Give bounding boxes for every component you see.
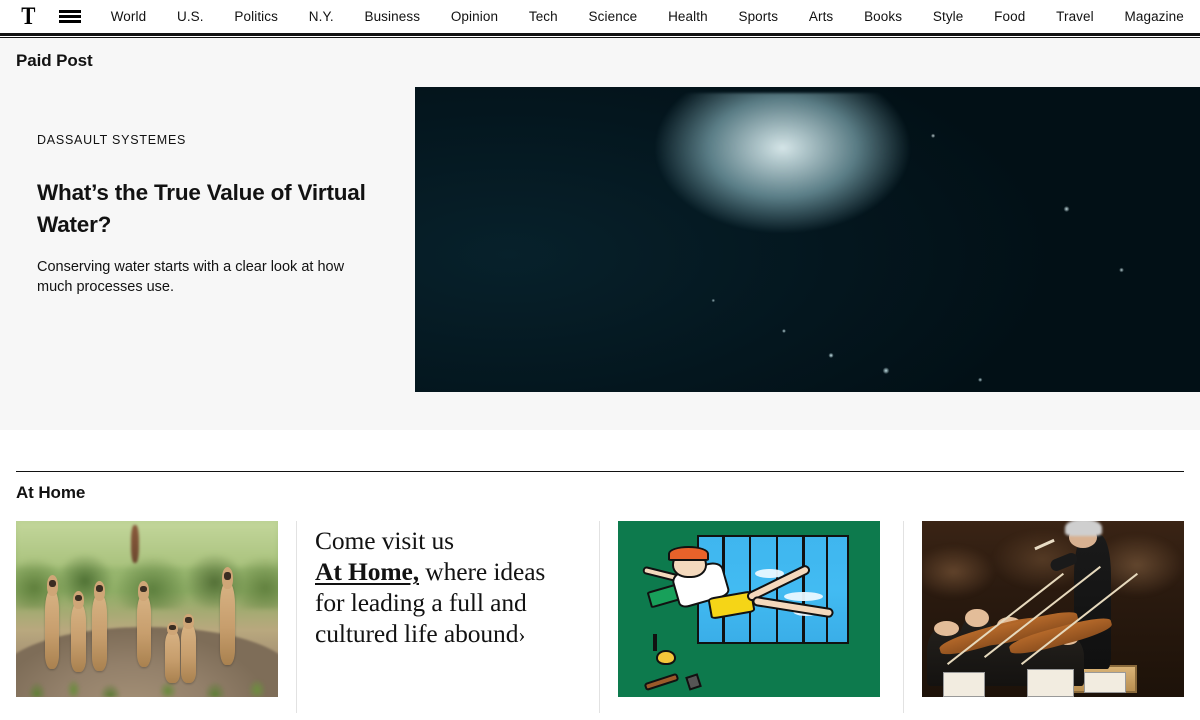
water-splash-graphic: [415, 87, 1200, 392]
illustration-tools: [639, 633, 702, 692]
illustration-scene: [618, 521, 881, 697]
at-home-card-meerkats[interactable]: [16, 521, 278, 713]
hamburger-line: [58, 10, 81, 13]
nav-item-books[interactable]: Books: [864, 9, 902, 24]
music-stand: [942, 672, 985, 697]
paid-post-brand: DASSAULT SYSTEMES: [37, 133, 187, 147]
musician-face: [965, 609, 989, 628]
at-home-card-illustration[interactable]: [618, 521, 885, 713]
illustration-leg: [751, 595, 834, 619]
at-home-card-orchestra[interactable]: [922, 521, 1184, 713]
splash-droplets: [415, 87, 1200, 392]
hamburger-line: [58, 20, 81, 23]
illustration-person: [641, 546, 846, 644]
nav-item-food[interactable]: Food: [994, 9, 1025, 24]
promo-line-4: cultured life abound: [315, 619, 519, 649]
card-divider: [296, 521, 297, 713]
nav-item-sports[interactable]: Sports: [738, 9, 778, 24]
paid-post-image[interactable]: [415, 87, 1200, 392]
top-navigation-bar: T World U.S. Politics N.Y. Business Opin…: [0, 0, 1200, 33]
illustration-hair: [668, 546, 710, 562]
nav-item-magazine[interactable]: Magazine: [1125, 9, 1184, 24]
nav-item-science[interactable]: Science: [589, 9, 638, 24]
paid-post-section: Paid Post DASSAULT SYSTEMES What’s the T…: [0, 38, 1200, 430]
nav-item-ny[interactable]: N.Y.: [309, 9, 334, 24]
meerkat-figure: [136, 581, 152, 668]
nav-item-world[interactable]: World: [111, 9, 147, 24]
promo-line-2-rest: where ideas: [419, 557, 546, 587]
meerkat-figure: [181, 613, 196, 683]
nav-item-opinion[interactable]: Opinion: [451, 9, 498, 24]
meerkat-scene: [16, 521, 278, 697]
at-home-card-row: Come visit us At Home, where ideas for l…: [16, 521, 1184, 713]
nav-item-health[interactable]: Health: [668, 9, 708, 24]
paid-post-headline[interactable]: What’s the True Value of Virtual Water?: [37, 177, 379, 241]
meerkat-tree: [131, 524, 140, 564]
meerkat-figure: [220, 567, 236, 666]
at-home-section: At Home Come visit us At Home, where ide…: [0, 471, 1200, 713]
illustration-bird: [656, 649, 676, 666]
nav-item-business[interactable]: Business: [364, 9, 420, 24]
meerkats-photo[interactable]: [16, 521, 278, 697]
paid-post-label: Paid Post: [16, 51, 93, 70]
nav-item-travel[interactable]: Travel: [1056, 9, 1094, 24]
meerkat-figure: [91, 580, 107, 671]
nav-item-us[interactable]: U.S.: [177, 9, 204, 24]
music-stand: [1084, 672, 1127, 694]
promo-line-1: Come visit us: [315, 526, 454, 555]
card-divider: [599, 521, 601, 713]
illustration-person-by-window[interactable]: [618, 521, 881, 697]
music-stand: [1026, 668, 1074, 697]
promo-line-3: for leading a full and: [315, 588, 527, 618]
paid-post-summary: Conserving water starts with a clear loo…: [37, 258, 345, 296]
at-home-section-title: At Home: [16, 483, 86, 502]
nav-item-style[interactable]: Style: [933, 9, 964, 24]
meerkat-figure: [44, 574, 60, 669]
meerkat-figure: [165, 621, 180, 683]
nav-item-politics[interactable]: Politics: [234, 9, 278, 24]
illustration-hammer-handle: [643, 673, 679, 692]
paid-post-text-column: DASSAULT SYSTEMES What’s the True Value …: [0, 87, 415, 392]
musician-face: [934, 620, 960, 637]
at-home-card-promo[interactable]: Come visit us At Home, where ideas for l…: [315, 521, 581, 713]
hamburger-menu-icon[interactable]: [58, 10, 81, 23]
chevron-right-icon: ›: [518, 623, 526, 648]
orchestra-photo[interactable]: [922, 521, 1184, 697]
illustration-hammer-head: [685, 673, 702, 691]
card-divider: [903, 521, 904, 713]
nyt-logo[interactable]: T: [21, 4, 35, 29]
nav-item-tech[interactable]: Tech: [529, 9, 558, 24]
promo-at-home-link[interactable]: At Home,: [315, 557, 419, 586]
hamburger-line: [58, 15, 81, 18]
orchestra-scene: [922, 521, 1184, 697]
nav-item-arts[interactable]: Arts: [809, 9, 833, 24]
paid-post-body: DASSAULT SYSTEMES What’s the True Value …: [0, 87, 1200, 392]
conductor-hair: [1065, 521, 1102, 537]
meerkat-figure: [71, 590, 86, 673]
at-home-promo-text[interactable]: Come visit us At Home, where ideas for l…: [315, 521, 581, 649]
nav-links: World U.S. Politics N.Y. Business Opinio…: [111, 9, 1186, 24]
illustration-nail: [652, 633, 658, 651]
